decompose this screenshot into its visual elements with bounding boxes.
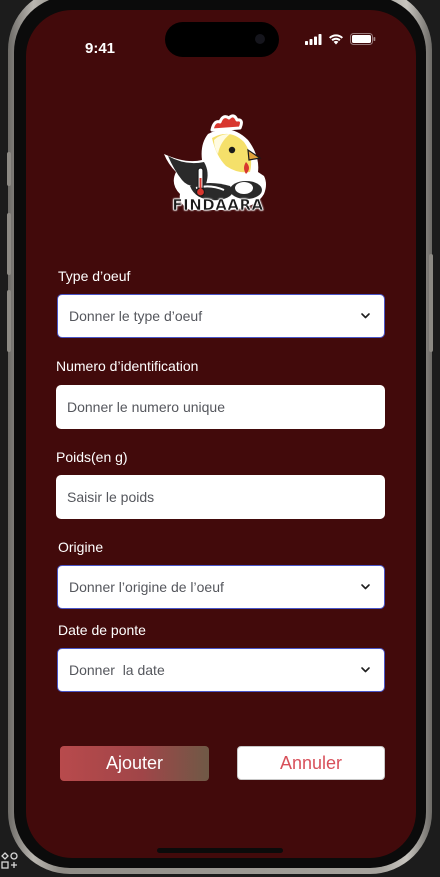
device-frame: 9:41 FINDAARA Type d’oeuf Donner le type…: [0, 0, 440, 877]
chevron-down-icon: [361, 584, 370, 590]
home-indicator[interactable]: [157, 848, 283, 853]
id-number-input[interactable]: Donner le numero unique: [56, 385, 385, 429]
cellular-signal-icon: [305, 33, 322, 45]
wifi-icon: [329, 34, 343, 45]
chevron-down-icon: [361, 667, 370, 673]
origin-placeholder: Donner l’origine de l’oeuf: [69, 579, 224, 595]
logo-wordmark: FINDAARA: [172, 196, 264, 215]
egg-type-select[interactable]: Donner le type d’oeuf: [57, 294, 385, 338]
chevron-down-icon: [361, 313, 370, 319]
add-button[interactable]: Ajouter: [60, 746, 209, 781]
status-icons: [305, 33, 376, 45]
lay-date-select[interactable]: Donner la date: [57, 648, 385, 692]
front-camera-icon: [255, 34, 265, 44]
findaara-logo: FINDAARA: [160, 110, 278, 218]
volume-up-button: [7, 213, 11, 275]
shapes-tool-icon[interactable]: [0, 850, 24, 877]
egg-type-label: Type d’oeuf: [58, 268, 131, 284]
battery-icon: [350, 33, 376, 45]
egg-type-placeholder: Donner le type d’oeuf: [69, 308, 203, 324]
origin-select[interactable]: Donner l’origine de l’oeuf: [57, 565, 385, 609]
weight-placeholder: Saisir le poids: [67, 489, 155, 505]
volume-down-button: [7, 290, 11, 352]
status-time: 9:41: [85, 40, 116, 57]
action-button: [7, 152, 11, 186]
lay-date-placeholder: Donner la date: [69, 662, 165, 678]
weight-input[interactable]: Saisir le poids: [56, 475, 385, 519]
app-screen: 9:41 FINDAARA Type d’oeuf Donner le type…: [26, 10, 416, 858]
cancel-button[interactable]: Annuler: [237, 746, 385, 780]
power-button: [429, 254, 433, 352]
weight-label: Poids(en g): [56, 449, 128, 465]
lay-date-label: Date de ponte: [58, 622, 146, 638]
origin-label: Origine: [58, 539, 104, 555]
add-button-label: Ajouter: [105, 753, 164, 773]
id-number-label: Numero d’identification: [56, 358, 199, 374]
cancel-button-label: Annuler: [279, 752, 343, 773]
id-number-placeholder: Donner le numero unique: [67, 399, 225, 415]
dynamic-island: [165, 22, 279, 57]
